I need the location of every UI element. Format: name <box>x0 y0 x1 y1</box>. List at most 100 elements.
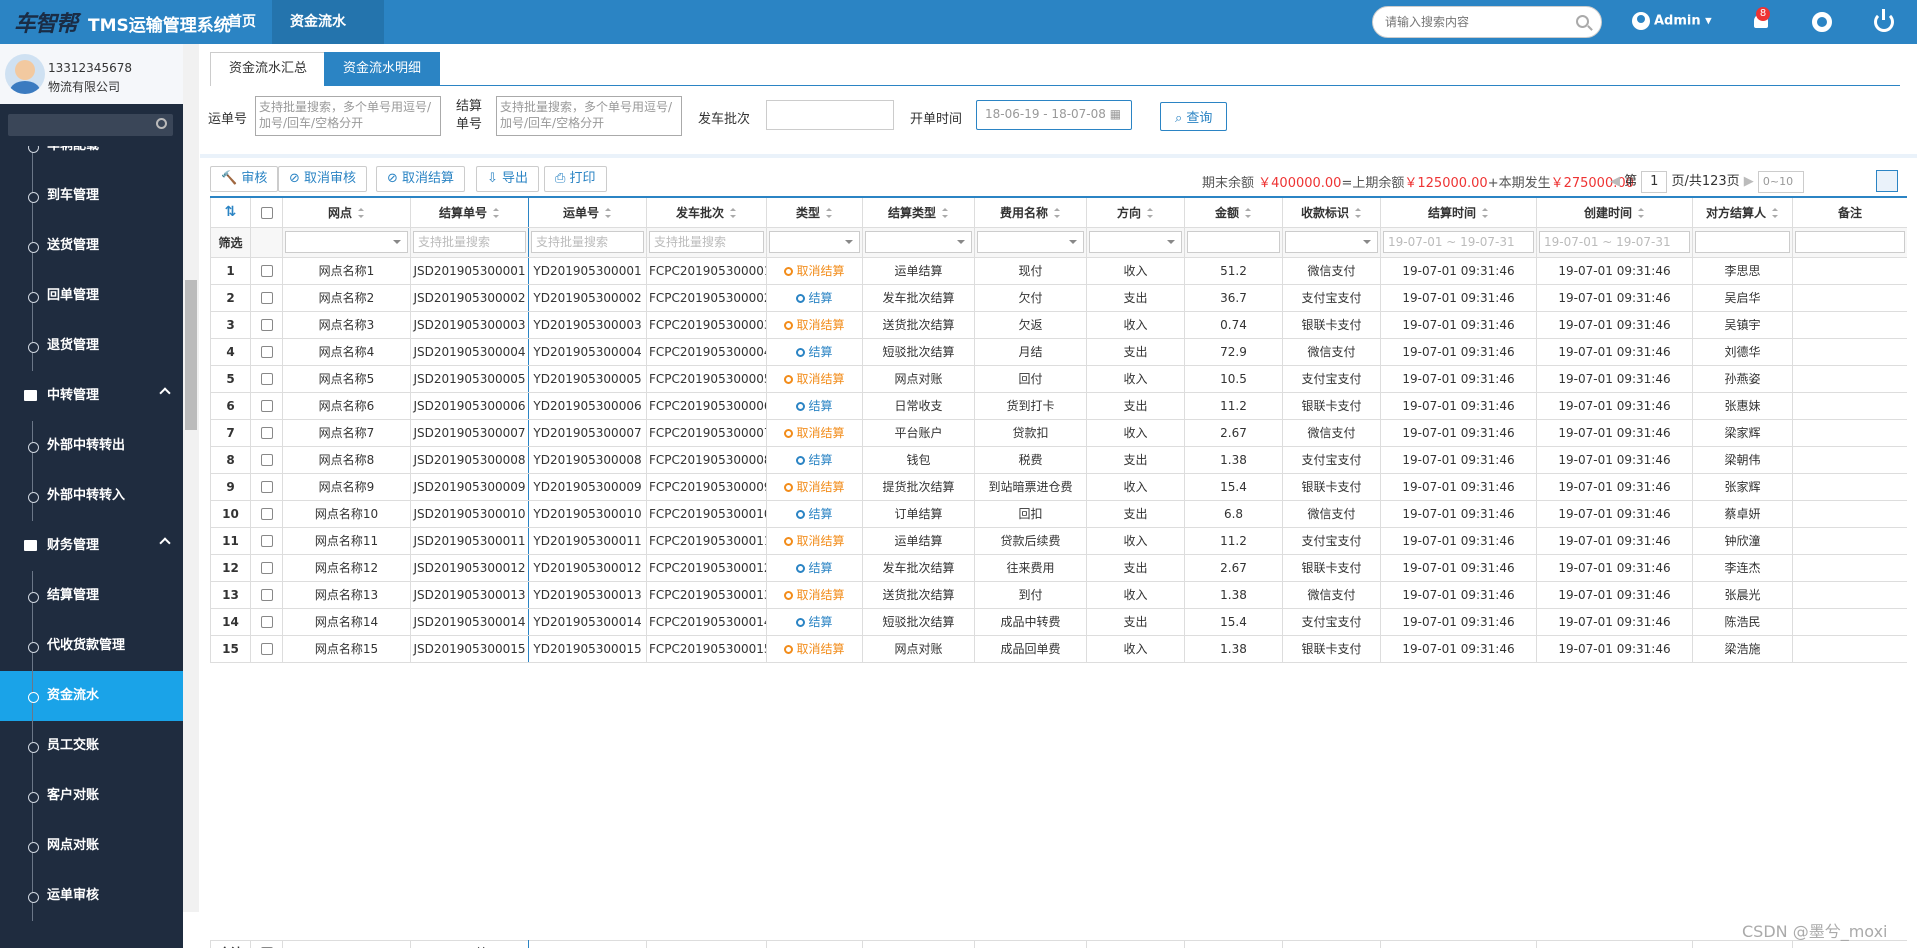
row-checkbox[interactable] <box>260 535 273 547</box>
tab-active[interactable]: 资金流水 <box>272 0 384 44</box>
sidebar-item-3[interactable]: 回单管理 <box>0 271 183 321</box>
page-input[interactable]: 1 <box>1641 170 1668 193</box>
sort-icon[interactable] <box>1772 208 1779 219</box>
row-checkbox[interactable] <box>260 508 273 520</box>
filter-search-input[interactable]: 支持批量搜索 <box>649 231 764 253</box>
chevron-up-icon[interactable] <box>159 387 171 399</box>
row-checkbox[interactable] <box>260 400 273 412</box>
cell-type[interactable]: 取消结算 <box>766 526 863 555</box>
filter-select[interactable] <box>865 231 972 253</box>
filter-select[interactable] <box>1089 231 1182 253</box>
cell-type[interactable]: 取消结算 <box>766 418 863 447</box>
row-checkbox[interactable] <box>260 292 273 304</box>
row-select[interactable] <box>250 256 283 285</box>
sidebar-item-13[interactable]: 客户对账 <box>0 771 183 821</box>
column-header[interactable]: 方向 <box>1086 196 1185 228</box>
type-link[interactable]: 取消结算 <box>796 534 844 548</box>
cell-type[interactable]: 结算 <box>766 499 863 528</box>
filter-search-input[interactable]: 支持批量搜索 <box>531 231 644 253</box>
table-row[interactable]: 7 网点名称7 JSD201905300007 YD201905300007 FCPC2… <box>210 418 1907 447</box>
query-button[interactable]: ⌕ 查询 <box>1160 102 1228 131</box>
cancel-audit-button[interactable]: ⊘ 取消审核 <box>278 166 368 192</box>
column-header[interactable]: 创建时间 <box>1536 196 1693 228</box>
table-row[interactable]: 12 网点名称12 JSD201905300012 YD201905300012 FCP… <box>210 553 1907 582</box>
table-row[interactable]: 1 网点名称1 JSD201905300001 YD201905300001 FCPC2… <box>210 256 1907 285</box>
last-page-icon[interactable]: ▶ <box>1744 174 1754 189</box>
table-row[interactable]: 10 网点名称10 JSD201905300010 YD201905300010 FCP… <box>210 499 1907 528</box>
type-link[interactable]: 结算 <box>808 291 832 305</box>
row-checkbox[interactable] <box>260 562 273 574</box>
column-header[interactable]: 网点 <box>282 196 411 228</box>
sort-icon[interactable] <box>1355 208 1362 219</box>
column-header[interactable]: 运单号 <box>528 196 647 228</box>
print-button[interactable]: ⎙ 打印 <box>544 166 607 192</box>
settle-input[interactable]: 支持批量搜索，多个单号用逗号/加号/回车/空格分开 <box>496 96 682 136</box>
column-header[interactable]: 费用名称 <box>974 196 1087 228</box>
type-link[interactable]: 结算 <box>808 561 832 575</box>
row-select[interactable] <box>250 445 283 474</box>
sidebar-item-14[interactable]: 网点对账 <box>0 821 183 871</box>
date-range-input[interactable]: 18-06-19 - 18-07-08 ▦ <box>976 100 1132 130</box>
type-link[interactable]: 取消结算 <box>796 318 844 332</box>
gear-icon[interactable] <box>1812 12 1832 32</box>
row-select[interactable] <box>250 607 283 636</box>
filter-select[interactable] <box>285 231 408 253</box>
tab-home[interactable]: 首页 <box>210 0 274 44</box>
type-link[interactable]: 结算 <box>808 399 832 413</box>
column-header[interactable]: 结算类型 <box>862 196 975 228</box>
export-button[interactable]: ⇩ 导出 <box>476 166 540 192</box>
row-checkbox[interactable] <box>260 427 273 439</box>
cell-type[interactable]: 结算 <box>766 445 863 474</box>
sort-icon[interactable] <box>1482 208 1489 219</box>
sidebar-item-0[interactable]: 车辆配载 <box>0 146 183 171</box>
table-row[interactable]: 9 网点名称9 JSD201905300009 YD201905300009 FCPC2… <box>210 472 1907 501</box>
first-page-icon[interactable]: ◀ <box>1610 174 1620 189</box>
table-row[interactable]: 14 网点名称14 JSD201905300014 YD201905300014 FCP… <box>210 607 1907 636</box>
filter-input[interactable] <box>1795 231 1905 253</box>
sort-icon[interactable] <box>730 208 737 219</box>
table-row[interactable]: 15 网点名称15 JSD201905300015 YD201905300015 FCP… <box>210 634 1907 663</box>
sidebar-item-4[interactable]: 退货管理 <box>0 321 183 371</box>
row-checkbox[interactable] <box>260 265 273 277</box>
row-select[interactable] <box>250 364 283 393</box>
page-size-select[interactable]: 0~10 <box>1757 170 1804 193</box>
cell-type[interactable]: 结算 <box>766 283 863 312</box>
batch-input[interactable] <box>766 100 894 130</box>
table-row[interactable]: 6 网点名称6 JSD201905300006 YD201905300006 FCPC2… <box>210 391 1907 420</box>
user-menu[interactable]: Admin ▾ <box>1632 12 1712 30</box>
row-checkbox[interactable] <box>260 481 273 493</box>
type-link[interactable]: 结算 <box>808 615 832 629</box>
table-row[interactable]: 2 网点名称2 JSD201905300002 YD201905300002 FCPC2… <box>210 283 1907 312</box>
filter-select[interactable] <box>769 231 860 253</box>
column-header[interactable]: 结算单号 <box>410 196 529 228</box>
cell-type[interactable]: 结算 <box>766 553 863 582</box>
sort-icon[interactable] <box>493 208 500 219</box>
filter-search-input[interactable]: 支持批量搜索 <box>413 231 526 253</box>
table-row[interactable]: 8 网点名称8 JSD201905300008 YD201905300008 FCPC2… <box>210 445 1907 474</box>
sort-icon[interactable] <box>826 208 833 219</box>
sidebar-search[interactable] <box>8 114 173 136</box>
audit-button[interactable]: 🔨 审核 <box>210 166 279 192</box>
select-all-checkbox[interactable] <box>260 206 273 219</box>
filter-select[interactable] <box>977 231 1084 253</box>
search-icon[interactable] <box>1576 15 1589 28</box>
row-checkbox[interactable] <box>260 454 273 466</box>
cell-type[interactable]: 取消结算 <box>766 634 863 663</box>
search-icon[interactable] <box>156 118 167 129</box>
sidebar-item-5[interactable]: 中转管理 <box>0 371 183 421</box>
sort-icon[interactable] <box>942 208 949 219</box>
row-select[interactable] <box>250 634 283 663</box>
cell-type[interactable]: 结算 <box>766 607 863 636</box>
type-link[interactable]: 取消结算 <box>796 372 844 386</box>
sidebar-item-1[interactable]: 到车管理 <box>0 171 183 221</box>
sidebar-scrollbar[interactable] <box>183 44 199 912</box>
sort-icon[interactable] <box>1054 208 1061 219</box>
row-select[interactable] <box>250 310 283 339</box>
row-checkbox[interactable] <box>260 346 273 358</box>
totals-select[interactable] <box>250 940 283 948</box>
row-select[interactable] <box>250 553 283 582</box>
tab-detail[interactable]: 资金流水明细 <box>324 52 441 86</box>
sidebar-item-12[interactable]: 员工交账 <box>0 721 183 771</box>
cell-type[interactable]: 结算 <box>766 391 863 420</box>
waybill-input[interactable]: 支持批量搜索，多个单号用逗号/加号/回车/空格分开 <box>255 96 441 136</box>
